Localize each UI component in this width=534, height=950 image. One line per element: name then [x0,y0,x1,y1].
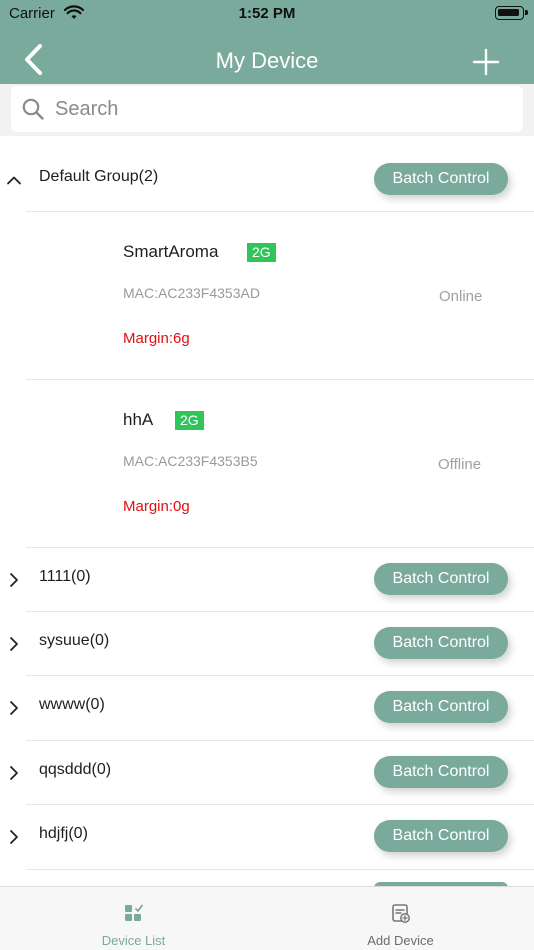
search-box[interactable] [11,86,523,132]
batch-control-button[interactable]: Batch Control [374,627,508,659]
device-name: hhA [123,410,154,429]
group-name: 1111(0) [39,568,91,585]
chevron-right-icon[interactable] [6,572,22,588]
clock: 1:52 PM [238,5,296,22]
chevron-right-icon[interactable] [6,636,22,652]
device-item[interactable]: hhA 2G MAC:AC233F4353B5 Offline Margin:0… [0,380,534,547]
group-row-default[interactable]: Default Group(2) Batch Control [0,148,534,212]
tab-device-list[interactable]: Device List [0,887,267,950]
group-name: wwww(0) [39,696,105,713]
batch-control-button[interactable]: Batch Control [374,691,508,723]
device-margin: Margin:6g [123,330,190,347]
group-row[interactable]: wwww(0) Batch Control [0,676,534,740]
device-margin: Margin:0g [123,498,190,515]
divider [26,869,534,870]
page-title: My Device [215,48,319,73]
group-name: hdjfj(0) [39,825,88,842]
search-bar [0,84,534,136]
batch-control-button[interactable]: Batch Control [374,163,508,195]
band-badge: 2G [175,411,204,430]
chevron-right-icon[interactable] [6,765,22,781]
search-input[interactable] [55,92,505,126]
device-item[interactable]: SmartAroma 2G MAC:AC233F4353AD Online Ma… [0,212,534,379]
plus-icon [472,48,500,76]
device-status: Offline [438,456,482,473]
device-name: SmartAroma [123,242,219,261]
tab-label: Add Device [367,933,434,948]
group-row[interactable]: hdjfj(0) Batch Control [0,805,534,869]
chevron-right-icon[interactable] [6,700,22,716]
group-name: Default Group(2) [39,168,159,185]
header-bar: Carrier 1:52 PM My Device [0,0,534,84]
group-row[interactable]: sysuue(0) Batch Control [0,612,534,676]
tab-bar: Device List Add Device [0,886,534,950]
device-mac: MAC:AC233F4353AD [123,285,260,301]
tab-label: Device List [101,933,166,948]
group-row[interactable]: qqsddd(0) Batch Control [0,741,534,805]
add-button[interactable] [466,42,506,82]
device-mac: MAC:AC233F4353B5 [123,453,258,469]
device-status: Online [439,288,483,305]
battery-icon [495,6,528,20]
status-bar: Carrier 1:52 PM [0,0,534,28]
chevron-up-icon[interactable] [6,172,22,188]
band-badge: 2G [247,243,276,262]
batch-control-button[interactable]: Batch Control [374,820,508,852]
search-icon [22,98,44,120]
batch-control-button[interactable]: Batch Control [374,756,508,788]
add-device-icon [392,904,410,923]
device-list-icon [125,904,143,921]
group-name: sysuue(0) [39,632,110,649]
chevron-right-icon[interactable] [6,829,22,845]
group-row[interactable]: 1111(0) Batch Control [0,548,534,612]
batch-control-button[interactable]: Batch Control [374,563,508,595]
group-name: qqsddd(0) [39,761,112,778]
tab-add-device[interactable]: Add Device [267,887,534,950]
